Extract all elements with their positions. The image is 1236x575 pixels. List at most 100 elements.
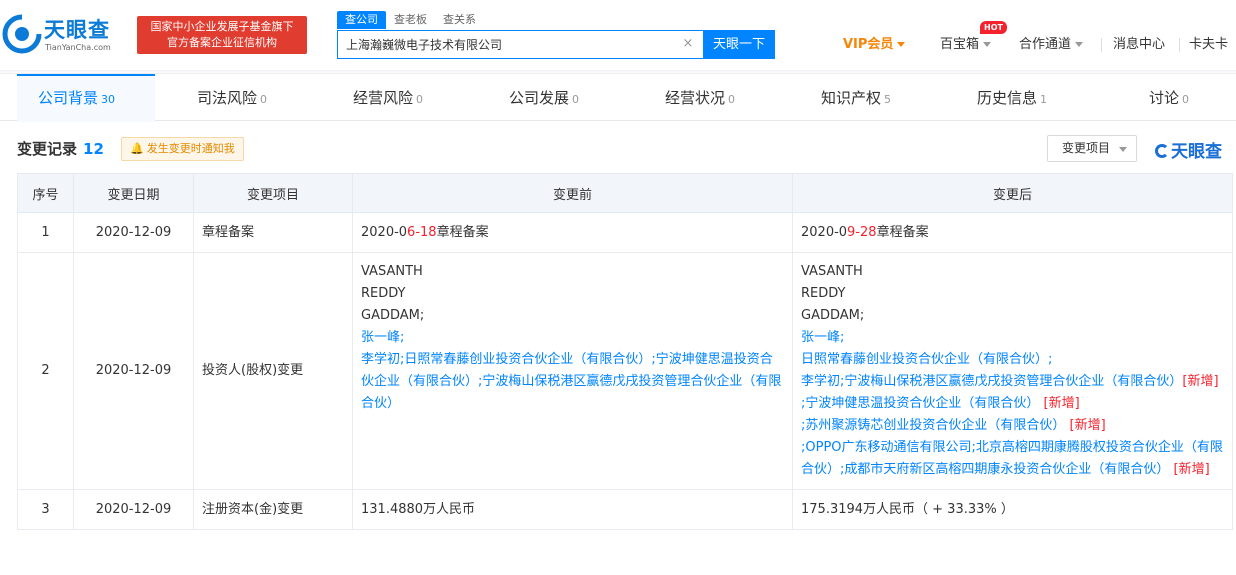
notify-button[interactable]: 🔔 发生变更时通知我 (121, 137, 244, 161)
search-tab-company[interactable]: 查公司 (337, 11, 386, 29)
tab-count: 0 (728, 93, 736, 106)
tab-company-development[interactable]: 公司发展 0 (509, 74, 579, 122)
investor-entry: ;苏州聚源铸芯创业投资合伙企业（有限合伙） [新增] (801, 415, 1224, 437)
notify-label: 发生变更时通知我 (146, 142, 235, 155)
cell-item: 注册资本(金)变更 (193, 489, 353, 530)
investor-name: REDDY (801, 286, 846, 301)
hot-badge: HOT (980, 21, 1007, 34)
table-row: 2 2020-12-09 投资人(股权)变更 VASANTH REDDY GAD… (17, 252, 1233, 490)
investor-name: REDDY (361, 286, 406, 301)
watermark-text: 天眼查 (1171, 142, 1222, 162)
tianyancha-logo[interactable]: 天眼查 TianYanCha.com (2, 12, 128, 56)
investor-name: GADDAM; (361, 308, 425, 323)
table-row: 1 2020-12-09 章程备案 2020-06-18章程备案 2020-09… (17, 212, 1233, 253)
gov-badge: 国家中小企业发展子基金旗下 官方备案企业征信机构 (137, 16, 307, 54)
tianyancha-watermark: 天眼查 (1155, 137, 1222, 162)
investor-link[interactable]: 李学初;日照常春藤创业投资合伙企业（有限合伙）;宁波坤健思温投资合伙企业（有限合… (361, 349, 784, 415)
message-center-link[interactable]: 消息中心 (1113, 35, 1165, 55)
clear-icon[interactable]: × (681, 37, 695, 51)
tab-operating-status[interactable]: 经营状况 0 (665, 74, 735, 122)
tab-label: 司法风险 (197, 89, 258, 107)
search-button[interactable]: 天眼一下 (703, 30, 775, 59)
investor-link[interactable]: 日照常春藤创业投资合伙企业（有限合伙）; (801, 349, 1224, 371)
nav-divider (1179, 38, 1180, 52)
search-input[interactable] (338, 31, 703, 58)
section-title-text: 变更记录 (17, 140, 78, 158)
new-tag: [新增] (1173, 462, 1210, 477)
change-record-table: 序号 变更日期 变更项目 变更前 变更后 1 2020-12-09 章程备案 2… (17, 173, 1233, 530)
investor-name: VASANTH (361, 264, 423, 279)
user-menu[interactable]: 卡夫卡 (1189, 35, 1228, 55)
search-tab-relation[interactable]: 查关系 (435, 11, 484, 29)
header-date: 变更日期 (73, 173, 194, 213)
cell-date: 2020-12-09 (73, 252, 194, 490)
tab-count: 0 (1182, 93, 1190, 106)
company-tabs: 公司背景 30 司法风险 0 经营风险 0 公司发展 0 经营状况 0 知识产权 5 历史信… (0, 73, 1236, 122)
cell-before: 131.4880万人民币 (352, 489, 793, 530)
chevron-down-icon (1075, 42, 1084, 47)
cell-date: 2020-12-09 (73, 212, 194, 253)
logo-icon (2, 14, 42, 54)
tab-discussion[interactable]: 讨论 0 (1149, 74, 1189, 122)
cell-date: 2020-12-09 (73, 489, 194, 530)
chevron-down-icon (1119, 147, 1127, 152)
investor-link[interactable]: ;苏州聚源铸芯创业投资合伙企业（有限合伙） (801, 418, 1065, 433)
investor-name: GADDAM; (801, 308, 865, 323)
cell-item: 章程备案 (193, 212, 353, 253)
header-item: 变更项目 (193, 173, 353, 213)
cell-no: 1 (17, 212, 74, 253)
tab-intellectual-property[interactable]: 知识产权 5 (821, 74, 891, 122)
tab-company-background[interactable]: 公司背景 30 (38, 74, 115, 122)
text: 章程备案 (876, 224, 929, 240)
new-tag: [新增] (1069, 418, 1106, 433)
investor-entry: ;宁波坤健思温投资合伙企业（有限合伙） [新增] (801, 393, 1224, 415)
filter-label: 变更项目 (1062, 141, 1111, 155)
text: 2020-0 (801, 224, 848, 240)
investor-link[interactable]: ;OPPO广东移动通信有限公司;北京高榕四期康腾股权投资合伙企业（有限合伙）;成… (801, 440, 1223, 477)
tab-history[interactable]: 历史信息 1 (977, 74, 1047, 122)
cell-no: 2 (17, 252, 74, 490)
gov-badge-line2: 官方备案企业征信机构 (167, 36, 277, 49)
header-after: 变更后 (792, 173, 1233, 213)
tab-count: 0 (416, 93, 424, 106)
vip-menu[interactable]: VIP会员 (843, 35, 906, 55)
logo-text: 天眼查 (44, 18, 110, 42)
text: 2020-0 (361, 224, 408, 240)
cell-item: 投资人(股权)变更 (193, 252, 353, 490)
diff-highlight: 9-28 (847, 224, 877, 240)
top-header: 天眼查 TianYanCha.com 国家中小企业发展子基金旗下 官方备案企业征… (0, 0, 1236, 70)
header-no: 序号 (17, 173, 74, 213)
diff-highlight: 6-18 (407, 224, 437, 240)
cell-before: 2020-06-18章程备案 (352, 212, 793, 253)
search-type-tabs: 查公司 查老板 查关系 (337, 11, 484, 29)
tab-business-risk[interactable]: 经营风险 0 (353, 74, 423, 122)
chevron-down-icon (897, 42, 906, 47)
tab-count: 5 (884, 93, 892, 106)
change-item-filter[interactable]: 变更项目 (1047, 135, 1137, 162)
cell-after: 2020-09-28章程备案 (792, 212, 1233, 253)
investor-link[interactable]: 张一峰; (361, 327, 784, 349)
new-tag: [新增] (1043, 396, 1080, 411)
cell-before: VASANTH REDDY GADDAM; 张一峰; 李学初;日照常春藤创业投资… (352, 252, 793, 490)
tab-judicial-risk[interactable]: 司法风险 0 (197, 74, 267, 122)
chevron-down-icon (983, 42, 992, 47)
logo-subtitle: TianYanCha.com (45, 43, 111, 52)
tab-count: 0 (260, 93, 268, 106)
investor-link[interactable]: ;宁波坤健思温投资合伙企业（有限合伙） (801, 396, 1039, 411)
tab-label: 知识产权 (821, 89, 882, 107)
gov-badge-line1: 国家中小企业发展子基金旗下 (150, 20, 294, 33)
search-box: × (337, 30, 703, 59)
tab-label: 公司发展 (509, 89, 570, 107)
tab-label: 历史信息 (977, 89, 1038, 107)
hezuo-menu[interactable]: 合作通道 (1019, 35, 1084, 55)
investor-link[interactable]: 李学初;宁波梅山保税港区赢德戊戌投资管理合伙企业（有限合伙） (801, 374, 1182, 389)
investor-entry: 李学初;宁波梅山保税港区赢德戊戌投资管理合伙企业（有限合伙）[新增] (801, 371, 1224, 393)
tab-count: 30 (101, 93, 116, 106)
cell-after: VASANTH REDDY GADDAM; 张一峰; 日照常春藤创业投资合伙企业… (792, 252, 1233, 490)
header-before: 变更前 (352, 173, 793, 213)
logo-icon (1155, 144, 1169, 158)
search-tab-boss[interactable]: 查老板 (386, 11, 435, 29)
investor-link[interactable]: 张一峰; (801, 327, 1224, 349)
investor-name: VASANTH (801, 264, 863, 279)
baibaoxiang-menu[interactable]: 百宝箱 (940, 35, 992, 55)
